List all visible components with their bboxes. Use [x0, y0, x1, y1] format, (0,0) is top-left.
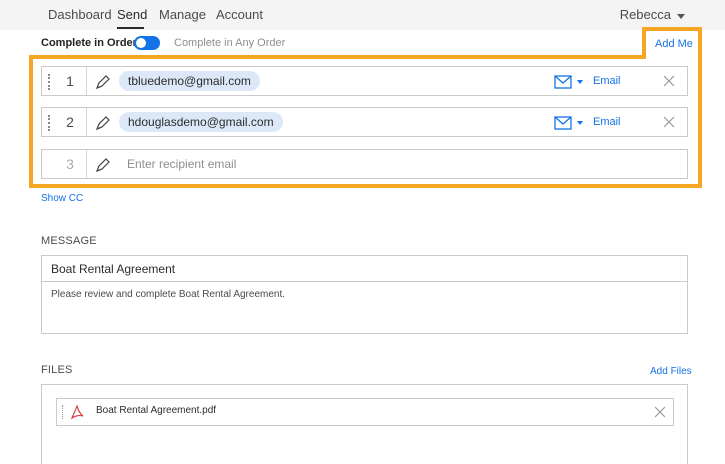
- tab-manage[interactable]: Manage: [159, 7, 206, 22]
- message-subject-input[interactable]: Boat Rental Agreement: [42, 256, 687, 282]
- tab-dashboard[interactable]: Dashboard: [48, 7, 112, 22]
- delivery-method[interactable]: Email: [593, 116, 621, 128]
- toggle-knob: [136, 38, 146, 48]
- pen-icon[interactable]: [94, 73, 112, 91]
- chevron-down-icon[interactable]: [577, 80, 583, 84]
- recipient-email-chip[interactable]: hdouglasdemo@gmail.com: [119, 112, 283, 132]
- highlight-right-edge: [698, 27, 702, 188]
- highlight-bottom-edge: [29, 184, 702, 188]
- message-box: Boat Rental Agreement Please review and …: [41, 255, 688, 334]
- drag-handle[interactable]: [48, 115, 50, 131]
- recipient-number: 2: [66, 114, 74, 130]
- delivery-method[interactable]: Email: [593, 75, 621, 87]
- file-item: Boat Rental Agreement.pdf: [56, 398, 674, 426]
- active-tab-indicator: [117, 27, 144, 29]
- message-label: MESSAGE: [41, 235, 97, 247]
- divider: [86, 67, 87, 95]
- close-icon[interactable]: [653, 405, 667, 419]
- order-toggle[interactable]: [134, 36, 160, 50]
- pen-icon[interactable]: [94, 156, 112, 174]
- drag-handle[interactable]: [48, 74, 50, 90]
- mail-icon[interactable]: [554, 116, 572, 130]
- files-box: Boat Rental Agreement.pdf: [41, 384, 688, 464]
- add-files-link[interactable]: Add Files: [650, 366, 692, 377]
- recipient-row: 2 hdouglasdemo@gmail.com Email: [41, 107, 688, 137]
- close-icon[interactable]: [662, 74, 676, 88]
- chevron-down-icon[interactable]: [677, 14, 685, 19]
- complete-in-order-label: Complete in Order: [41, 37, 137, 49]
- divider: [86, 150, 87, 178]
- tab-send[interactable]: Send: [117, 7, 147, 22]
- highlight-top-edge: [29, 55, 646, 59]
- message-body-textarea[interactable]: Please review and complete Boat Rental A…: [51, 289, 285, 300]
- chevron-down-icon[interactable]: [577, 121, 583, 125]
- complete-any-order-label[interactable]: Complete in Any Order: [174, 37, 285, 49]
- pen-icon[interactable]: [94, 114, 112, 132]
- pdf-icon: [70, 404, 84, 420]
- recipient-row: 3 Enter recipient email: [41, 149, 688, 179]
- mail-icon[interactable]: [554, 75, 572, 89]
- recipient-row: 1 tbluedemo@gmail.com Email: [41, 66, 688, 96]
- add-me-link[interactable]: Add Me: [655, 38, 693, 50]
- files-label: FILES: [41, 364, 73, 376]
- recipient-number: 1: [66, 73, 74, 89]
- close-icon[interactable]: [662, 115, 676, 129]
- file-name: Boat Rental Agreement.pdf: [96, 405, 217, 416]
- user-menu[interactable]: Rebecca: [620, 7, 671, 22]
- tab-account[interactable]: Account: [216, 7, 263, 22]
- drag-handle[interactable]: [62, 405, 63, 419]
- recipient-email-chip[interactable]: tbluedemo@gmail.com: [119, 71, 260, 91]
- divider: [86, 108, 87, 136]
- recipient-email-input[interactable]: Enter recipient email: [127, 157, 236, 171]
- top-nav: Dashboard Send Manage Account Rebecca: [0, 0, 725, 30]
- recipient-number: 3: [66, 156, 74, 172]
- show-cc-link[interactable]: Show CC: [41, 193, 83, 204]
